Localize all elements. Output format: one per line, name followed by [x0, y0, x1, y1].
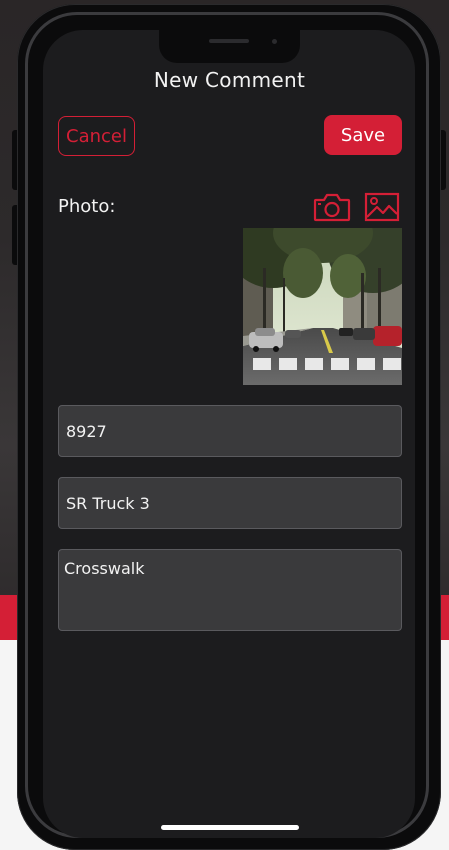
- photo-label: Photo:: [58, 196, 116, 217]
- save-button[interactable]: Save: [324, 115, 402, 155]
- comment-textarea[interactable]: Crosswalk: [58, 549, 402, 631]
- cancel-button[interactable]: Cancel: [58, 116, 135, 156]
- phone-notch: [159, 22, 300, 63]
- front-camera-dot: [272, 39, 277, 44]
- street-photo-illustration: [243, 228, 402, 385]
- home-indicator: [161, 825, 299, 830]
- page-title: New Comment: [153, 68, 306, 92]
- number-field[interactable]: 8927: [58, 405, 402, 457]
- photo-thumbnail[interactable]: [243, 228, 402, 385]
- camera-icon[interactable]: [313, 191, 351, 223]
- image-gallery-icon[interactable]: [364, 191, 400, 223]
- truck-field[interactable]: SR Truck 3: [58, 477, 402, 529]
- speaker-grille: [209, 39, 249, 43]
